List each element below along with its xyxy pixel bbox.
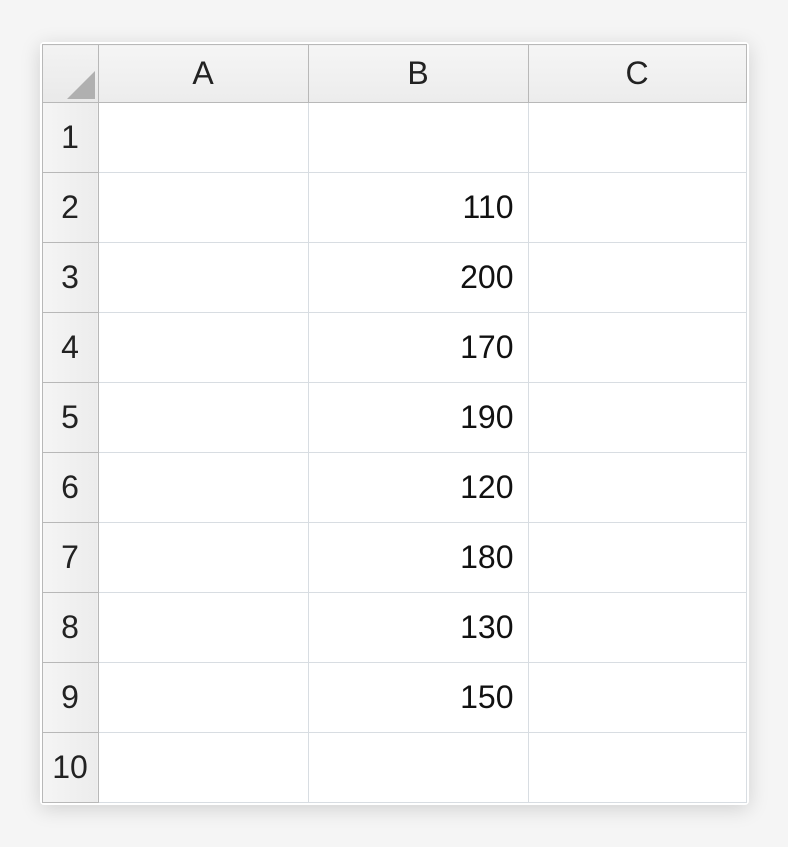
cell-C2[interactable]	[528, 173, 746, 243]
row-3: 3 200	[42, 243, 746, 313]
row-header-10[interactable]: 10	[42, 733, 98, 803]
cell-B5[interactable]: 190	[308, 383, 528, 453]
cell-C3[interactable]	[528, 243, 746, 313]
row-4: 4 170	[42, 313, 746, 383]
cell-B9[interactable]: 150	[308, 663, 528, 733]
cell-A2[interactable]	[98, 173, 308, 243]
cell-B8[interactable]: 130	[308, 593, 528, 663]
row-header-5[interactable]: 5	[42, 383, 98, 453]
row-6: 6 120	[42, 453, 746, 523]
cell-B7[interactable]: 180	[308, 523, 528, 593]
cell-B4[interactable]: 170	[308, 313, 528, 383]
cell-C4[interactable]	[528, 313, 746, 383]
cell-C8[interactable]	[528, 593, 746, 663]
row-5: 5 190	[42, 383, 746, 453]
cell-A5[interactable]	[98, 383, 308, 453]
cell-A9[interactable]	[98, 663, 308, 733]
row-10: 10	[42, 733, 746, 803]
row-header-1[interactable]: 1	[42, 103, 98, 173]
cell-C6[interactable]	[528, 453, 746, 523]
row-header-8[interactable]: 8	[42, 593, 98, 663]
select-all-corner[interactable]	[42, 45, 98, 103]
spreadsheet-container: A B C 1 2 110 3 200	[40, 42, 749, 805]
cell-A8[interactable]	[98, 593, 308, 663]
cell-B10[interactable]	[308, 733, 528, 803]
row-header-9[interactable]: 9	[42, 663, 98, 733]
column-header-C[interactable]: C	[528, 45, 746, 103]
cell-B6[interactable]: 120	[308, 453, 528, 523]
row-header-4[interactable]: 4	[42, 313, 98, 383]
row-2: 2 110	[42, 173, 746, 243]
row-header-3[interactable]: 3	[42, 243, 98, 313]
cell-A7[interactable]	[98, 523, 308, 593]
row-header-7[interactable]: 7	[42, 523, 98, 593]
row-7: 7 180	[42, 523, 746, 593]
cell-C10[interactable]	[528, 733, 746, 803]
cell-A3[interactable]	[98, 243, 308, 313]
spreadsheet-grid: A B C 1 2 110 3 200	[42, 44, 747, 803]
cell-C5[interactable]	[528, 383, 746, 453]
row-header-6[interactable]: 6	[42, 453, 98, 523]
cell-A4[interactable]	[98, 313, 308, 383]
row-9: 9 150	[42, 663, 746, 733]
cell-B1[interactable]	[308, 103, 528, 173]
cell-A6[interactable]	[98, 453, 308, 523]
row-header-2[interactable]: 2	[42, 173, 98, 243]
row-8: 8 130	[42, 593, 746, 663]
cell-B3[interactable]: 200	[308, 243, 528, 313]
cell-C9[interactable]	[528, 663, 746, 733]
cell-A10[interactable]	[98, 733, 308, 803]
cell-C7[interactable]	[528, 523, 746, 593]
row-1: 1	[42, 103, 746, 173]
cell-A1[interactable]	[98, 103, 308, 173]
column-header-B[interactable]: B	[308, 45, 528, 103]
cell-C1[interactable]	[528, 103, 746, 173]
column-header-A[interactable]: A	[98, 45, 308, 103]
cell-B2[interactable]: 110	[308, 173, 528, 243]
